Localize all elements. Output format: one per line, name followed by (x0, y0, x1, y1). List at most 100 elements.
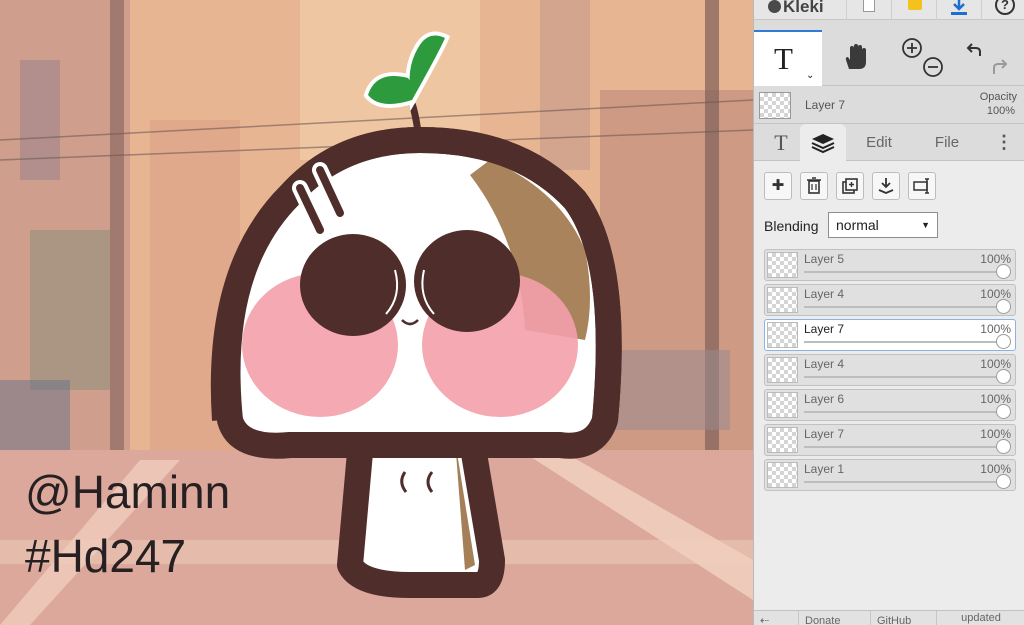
zoom-in-icon[interactable] (902, 38, 922, 58)
watermark-handle: @Haminn (25, 466, 231, 518)
distant-tower (540, 0, 590, 170)
rename-layer-button[interactable] (908, 172, 936, 200)
current-layer-thumbnail (759, 92, 791, 119)
left-window (20, 60, 60, 180)
merge-layer-button[interactable] (872, 172, 900, 200)
tool-row: T ⌄ (754, 30, 1024, 86)
layer-opacity-handle[interactable] (996, 404, 1011, 419)
text-tool-icon: T (774, 41, 793, 76)
hand-icon (845, 44, 866, 69)
redo-icon[interactable] (993, 59, 1008, 74)
new-image-button[interactable] (846, 0, 890, 20)
updated-link[interactable]: updated (936, 611, 1024, 625)
zoom-out-icon[interactable] (923, 57, 943, 77)
download-icon (951, 0, 967, 15)
layer-thumbnail (767, 427, 798, 453)
opacity-label: Opacity (979, 91, 1017, 103)
tab-file[interactable]: File (922, 124, 972, 161)
current-layer-name: Layer 7 (805, 98, 846, 112)
kleki-logo-text: Kleki (783, 0, 824, 16)
layer-thumbnail (767, 252, 798, 278)
layer-opacity-slider[interactable] (804, 446, 1001, 448)
layer-name: Layer 4 (804, 357, 845, 371)
folder-icon (908, 0, 922, 10)
layer-name: Layer 1 (804, 462, 845, 476)
new-image-icon (863, 0, 875, 12)
layer-row[interactable]: Layer 1 100% (764, 459, 1016, 491)
opacity-value[interactable]: 100% (987, 105, 1015, 117)
tool-dropdown-icon[interactable]: ⌄ (806, 70, 814, 81)
layer-name: Layer 7 (804, 322, 845, 336)
duplicate-layer-button[interactable] (836, 172, 864, 200)
layer-opacity-handle[interactable] (996, 299, 1011, 314)
layer-name: Layer 7 (804, 427, 845, 441)
layer-opacity-slider[interactable] (804, 376, 1001, 378)
merge-down-icon (878, 178, 894, 194)
save-button[interactable] (936, 0, 980, 20)
github-link[interactable]: GitHub (870, 611, 936, 625)
parked-car (610, 350, 730, 430)
bottom-bar: ⇠ Donate GitHub updated (754, 610, 1024, 625)
layers-panel: ✚ Blending normal ▼ Layer 5 100% Layer 4 10… (754, 161, 1024, 610)
rename-icon (913, 178, 929, 194)
layer-opacity-handle[interactable] (996, 264, 1011, 279)
duplicate-icon (842, 178, 858, 194)
top-toolbar: Kleki ? (754, 0, 1024, 20)
eye-right (414, 230, 520, 332)
layer-opacity-slider[interactable] (804, 306, 1001, 308)
tab-edit[interactable]: Edit (854, 124, 904, 161)
tab-brush[interactable]: T (762, 124, 800, 161)
layer-row[interactable]: Layer 4 100% (764, 284, 1016, 316)
help-button[interactable]: ? (981, 0, 1024, 20)
layer-name: Layer 5 (804, 252, 845, 266)
utility-pole-left (110, 0, 124, 470)
layer-opacity-slider[interactable] (804, 481, 1001, 483)
layer-opacity-handle[interactable] (996, 369, 1011, 384)
undo-icon[interactable] (966, 43, 981, 56)
layer-opacity-slider[interactable] (804, 271, 1001, 273)
watermark-hashtag: #Hd247 (25, 530, 187, 582)
kleki-logo-icon (768, 0, 781, 13)
add-layer-button[interactable]: ✚ (764, 172, 792, 200)
layer-opacity-slider[interactable] (804, 341, 1001, 343)
hand-tool-button[interactable] (840, 42, 870, 77)
donate-link[interactable]: Donate (798, 611, 870, 625)
layer-thumbnail (767, 357, 798, 383)
layer-opacity-handle[interactable] (996, 439, 1011, 454)
left-plants (30, 230, 110, 390)
delete-layer-button[interactable] (800, 172, 828, 200)
layers-icon (811, 134, 835, 154)
layer-row[interactable]: Layer 7 100% (764, 424, 1016, 456)
undo-redo-controls (966, 38, 1012, 87)
eye-left (300, 234, 406, 336)
blending-label: Blending (764, 218, 819, 234)
collapse-panel-button[interactable]: ⇠ (754, 611, 798, 625)
chevron-down-icon: ▼ (921, 220, 930, 230)
trash-icon (807, 177, 821, 194)
tab-layers[interactable] (800, 124, 846, 162)
layer-row[interactable]: Layer 4 100% (764, 354, 1016, 386)
current-layer-info: Layer 7 Opacity 100% (754, 86, 1024, 124)
layer-name: Layer 4 (804, 287, 845, 301)
more-menu-icon[interactable]: ⋮ (994, 124, 1014, 161)
layer-row[interactable]: Layer 6 100% (764, 389, 1016, 421)
layer-opacity-slider[interactable] (804, 411, 1001, 413)
layer-opacity-handle[interactable] (996, 474, 1011, 489)
drawing-canvas[interactable]: @Haminn #Hd247 (0, 0, 753, 625)
text-tool-button[interactable]: T ⌄ (754, 30, 822, 86)
layer-name: Layer 6 (804, 392, 845, 406)
blending-mode-select[interactable]: normal ▼ (828, 212, 938, 238)
side-panel: Kleki ? T ⌄ Layer 7 Opacity 100% T Edit … (753, 0, 1024, 625)
zoom-controls (900, 36, 946, 85)
layer-thumbnail (767, 322, 798, 348)
panel-tabs: T Edit File ⋮ (754, 124, 1024, 162)
layer-row[interactable]: Layer 5 100% (764, 249, 1016, 281)
kleki-logo[interactable]: Kleki (768, 0, 824, 17)
help-icon: ? (995, 0, 1015, 15)
open-image-button[interactable] (891, 0, 935, 20)
layer-thumbnail (767, 392, 798, 418)
layer-thumbnail (767, 462, 798, 488)
layer-thumbnail (767, 287, 798, 313)
layer-row[interactable]: Layer 7 100% (764, 319, 1016, 351)
layer-opacity-handle[interactable] (996, 334, 1011, 349)
